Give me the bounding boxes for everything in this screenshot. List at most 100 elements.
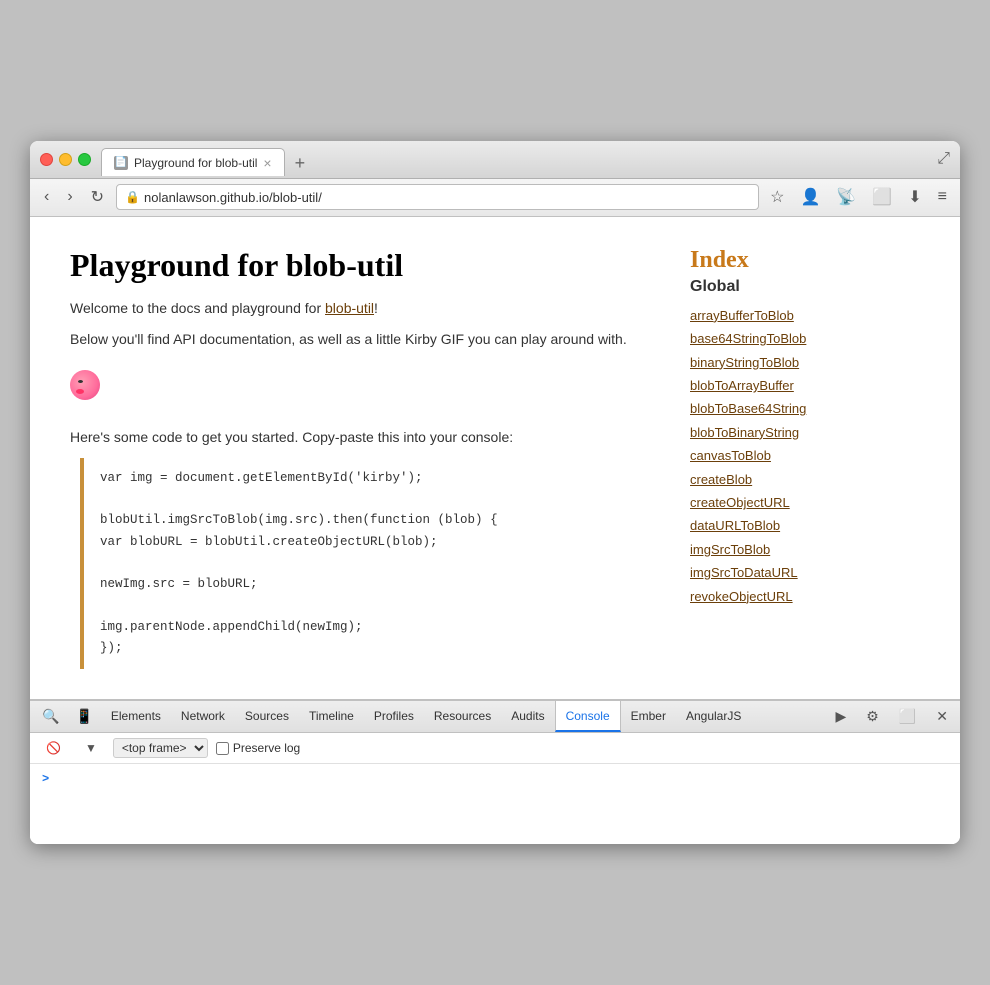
devtools-tabs: 🔍 📱 Elements Network Sources Timeline Pr… bbox=[30, 701, 960, 733]
index-link-imgsrctodataurl[interactable]: imgSrcToDataURL bbox=[690, 561, 870, 584]
index-link-item: binaryStringToBlob bbox=[690, 351, 870, 374]
tab-timeline[interactable]: Timeline bbox=[299, 701, 364, 732]
expand-button[interactable]: ⤢ bbox=[937, 150, 950, 168]
index-link-canvastoblob[interactable]: canvasToBlob bbox=[690, 444, 870, 467]
tab-console[interactable]: Console bbox=[555, 701, 621, 732]
sidebar: Index Global arrayBufferToBlobbase64Stri… bbox=[670, 247, 870, 669]
tab-profiles[interactable]: Profiles bbox=[364, 701, 424, 732]
tab-audits[interactable]: Audits bbox=[501, 701, 554, 732]
index-link-item: imgSrcToDataURL bbox=[690, 561, 870, 584]
index-link-createblob[interactable]: createBlob bbox=[690, 468, 870, 491]
code-block: var img = document.getElementById('kirby… bbox=[80, 458, 670, 669]
maximize-button[interactable] bbox=[78, 153, 91, 166]
index-link-imgsrctoblob[interactable]: imgSrcToBlob bbox=[690, 538, 870, 561]
code-line-6: newImg.src = blobURL; bbox=[100, 574, 654, 595]
console-filter-button[interactable]: ▼ bbox=[77, 737, 105, 759]
tab-elements[interactable]: Elements bbox=[101, 701, 171, 732]
menu-button[interactable]: ≡ bbox=[933, 186, 952, 208]
index-link-blobtobinarystring[interactable]: blobToBinaryString bbox=[690, 421, 870, 444]
page-content: Playground for blob-util Welcome to the … bbox=[30, 217, 960, 699]
more-button[interactable]: ⬜ bbox=[867, 185, 897, 209]
user-button[interactable]: 👤 bbox=[795, 185, 825, 209]
code-line-4: var blobURL = blobUtil.createObjectURL(b… bbox=[100, 532, 654, 553]
intro-text-1: Welcome to the docs and playground for bbox=[70, 300, 325, 316]
index-link-item: base64StringToBlob bbox=[690, 327, 870, 350]
index-link-binarystringtoblob[interactable]: binaryStringToBlob bbox=[690, 351, 870, 374]
nav-bar: ‹ › ↻ 🔒 nolanlawson.github.io/blob-util/… bbox=[30, 179, 960, 217]
code-line-9: img.parentNode.appendChild(newImg); bbox=[100, 617, 654, 638]
preserve-log-toggle[interactable]: Preserve log bbox=[216, 741, 300, 755]
index-link-item: blobToBase64String bbox=[690, 397, 870, 420]
back-button[interactable]: ‹ bbox=[38, 186, 55, 208]
code-line-3: blobUtil.imgSrcToBlob(img.src).then(func… bbox=[100, 510, 654, 531]
preserve-log-label: Preserve log bbox=[233, 741, 300, 755]
index-title: Index bbox=[690, 247, 870, 274]
console-output: > bbox=[30, 764, 960, 844]
index-link-item: createBlob bbox=[690, 468, 870, 491]
tab-bar: 📄 Playground for blob-util × + bbox=[101, 142, 937, 176]
index-link-item: blobToBinaryString bbox=[690, 421, 870, 444]
close-tab-button[interactable]: × bbox=[263, 155, 271, 171]
bookmark-button[interactable]: ☆ bbox=[765, 185, 789, 209]
devtools-execute-button[interactable]: ▶ bbox=[827, 704, 854, 729]
forward-button[interactable]: › bbox=[61, 186, 78, 208]
lock-icon: 🔒 bbox=[125, 190, 140, 204]
devtools-toolbar: 🚫 ▼ <top frame> Preserve log bbox=[30, 733, 960, 764]
index-link-revokeobjecturl[interactable]: revokeObjectURL bbox=[690, 585, 870, 608]
code-line-10: }); bbox=[100, 638, 654, 659]
kirby-gif bbox=[70, 370, 100, 400]
code-intro-text: Here's some code to get you started. Cop… bbox=[70, 427, 670, 448]
url-text: nolanlawson.github.io/blob-util/ bbox=[144, 190, 750, 205]
index-links: arrayBufferToBlobbase64StringToBlobbinar… bbox=[690, 304, 870, 608]
preserve-log-checkbox[interactable] bbox=[216, 742, 229, 755]
index-link-item: arrayBufferToBlob bbox=[690, 304, 870, 327]
tab-sources[interactable]: Sources bbox=[235, 701, 299, 732]
code-line-1: var img = document.getElementById('kirby… bbox=[100, 468, 654, 489]
tab-network[interactable]: Network bbox=[171, 701, 235, 732]
devtools-close-button[interactable]: ✕ bbox=[928, 704, 956, 729]
browser-window: 📄 Playground for blob-util × + ⤢ ‹ › ↻ 🔒… bbox=[30, 141, 960, 844]
tab-ember[interactable]: Ember bbox=[621, 701, 676, 732]
tab-title: Playground for blob-util bbox=[134, 156, 257, 170]
index-link-blobtoarraybuffer[interactable]: blobToArrayBuffer bbox=[690, 374, 870, 397]
devtools-panel: 🔍 📱 Elements Network Sources Timeline Pr… bbox=[30, 699, 960, 844]
index-link-item: imgSrcToBlob bbox=[690, 538, 870, 561]
title-bar: 📄 Playground for blob-util × + ⤢ bbox=[30, 141, 960, 179]
blob-util-link[interactable]: blob-util bbox=[325, 300, 374, 316]
index-link-item: blobToArrayBuffer bbox=[690, 374, 870, 397]
devtools-dock-button[interactable]: ⬜ bbox=[891, 704, 924, 729]
frame-selector[interactable]: <top frame> bbox=[113, 738, 208, 758]
console-caret: > bbox=[42, 772, 49, 786]
reload-button[interactable]: ↻ bbox=[85, 185, 110, 209]
new-tab-button[interactable]: + bbox=[289, 151, 312, 176]
tab-resources[interactable]: Resources bbox=[424, 701, 501, 732]
intro-paragraph-2: Below you'll find API documentation, as … bbox=[70, 329, 670, 350]
devtools-inspect-button[interactable]: 🔍 bbox=[34, 704, 67, 729]
close-button[interactable] bbox=[40, 153, 53, 166]
index-link-item: revokeObjectURL bbox=[690, 585, 870, 608]
index-link-item: dataURLToBlob bbox=[690, 514, 870, 537]
cast-button[interactable]: 📡 bbox=[831, 185, 861, 209]
console-clear-button[interactable]: 🚫 bbox=[38, 737, 69, 759]
devtools-device-button[interactable]: 📱 bbox=[67, 704, 100, 729]
index-link-blobtobase64string[interactable]: blobToBase64String bbox=[690, 397, 870, 420]
index-link-item: canvasToBlob bbox=[690, 444, 870, 467]
intro-paragraph-1: Welcome to the docs and playground for b… bbox=[70, 298, 670, 319]
active-tab[interactable]: 📄 Playground for blob-util × bbox=[101, 148, 285, 176]
address-bar[interactable]: 🔒 nolanlawson.github.io/blob-util/ bbox=[116, 184, 759, 210]
index-link-dataurltoblob[interactable]: dataURLToBlob bbox=[690, 514, 870, 537]
download-button[interactable]: ⬇ bbox=[903, 185, 926, 209]
index-link-createobjecturl[interactable]: createObjectURL bbox=[690, 491, 870, 514]
index-link-arraybuffertoblob[interactable]: arrayBufferToBlob bbox=[690, 304, 870, 327]
intro-text-end: ! bbox=[374, 300, 378, 316]
tab-angularjs[interactable]: AngularJS bbox=[676, 701, 751, 732]
tab-favicon: 📄 bbox=[114, 156, 128, 170]
index-link-base64stringtoblob[interactable]: base64StringToBlob bbox=[690, 327, 870, 350]
index-global: Global bbox=[690, 278, 870, 296]
page-title: Playground for blob-util bbox=[70, 247, 670, 284]
code-line-5 bbox=[100, 553, 654, 574]
main-content: Playground for blob-util Welcome to the … bbox=[70, 247, 670, 669]
devtools-settings-button[interactable]: ⚙ bbox=[858, 704, 887, 729]
minimize-button[interactable] bbox=[59, 153, 72, 166]
devtools-actions: ▶ ⚙ ⬜ ✕ bbox=[827, 704, 956, 729]
